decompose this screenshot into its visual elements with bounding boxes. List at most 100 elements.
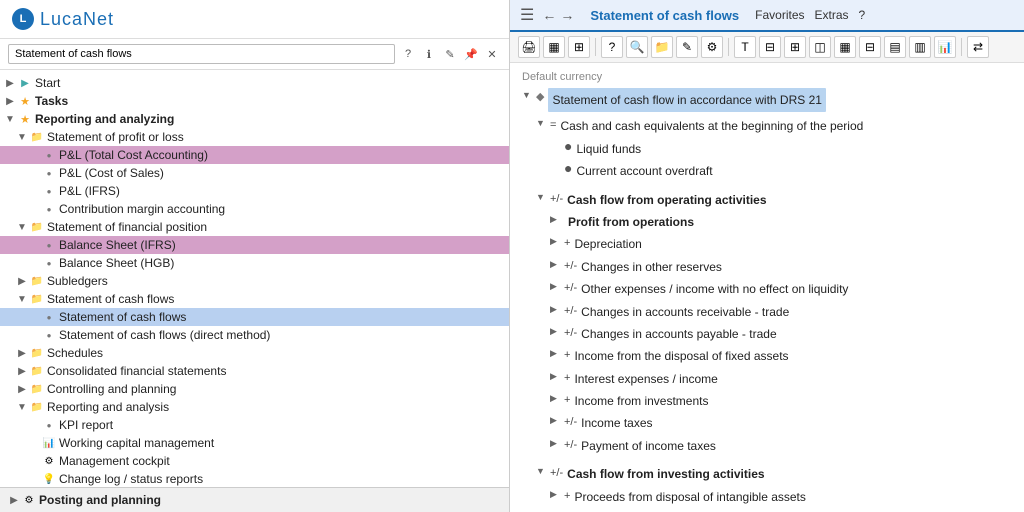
tb-t3[interactable]: ⊞ xyxy=(784,36,806,58)
controlling-item[interactable]: Controlling and planning xyxy=(0,380,509,398)
balance-hgb-item[interactable]: Balance Sheet (HGB) xyxy=(0,254,509,272)
folder-button[interactable]: 📁 xyxy=(651,36,673,58)
layout-button[interactable]: ▦ xyxy=(543,36,565,58)
cashflow-direct-item[interactable]: Statement of cash flows (direct method) xyxy=(0,326,509,344)
cashflow-selected-item[interactable]: Statement of cash flows xyxy=(0,308,509,326)
cf-oe-arrow: ▶ xyxy=(550,279,562,294)
kpi-icon xyxy=(42,418,56,432)
cf-proceeds-intangible[interactable]: ▶ + Proceeds from disposal of intangible… xyxy=(522,486,1012,508)
change-log-item[interactable]: Change log / status reports xyxy=(0,470,509,487)
info-icon[interactable]: ℹ xyxy=(420,45,438,63)
tb-t4[interactable]: ◫ xyxy=(809,36,831,58)
cashflow-folder[interactable]: Statement of cash flows xyxy=(0,290,509,308)
reporting-analysis-arrow xyxy=(16,402,28,413)
print-button[interactable]: 🖨 xyxy=(518,36,540,58)
tb-t8[interactable]: ▥ xyxy=(909,36,931,58)
reporting-analysis-folder[interactable]: Reporting and analysis xyxy=(0,398,509,416)
edit-button[interactable]: ✎ xyxy=(676,36,698,58)
cf-income-taxes[interactable]: ▶ +/- Income taxes xyxy=(522,412,1012,434)
tb-t5[interactable]: ▦ xyxy=(834,36,856,58)
cf-interest[interactable]: ▶ + Interest expenses / income xyxy=(522,368,1012,390)
cl-icon xyxy=(42,472,56,486)
cf-operating[interactable]: ▼ +/- Cash flow from operating activitie… xyxy=(522,189,1012,211)
contribution-icon xyxy=(42,202,56,216)
cf-root-arrow: ▼ xyxy=(522,88,534,103)
cf-accounts-payable[interactable]: ▶ +/- Changes in accounts payable - trad… xyxy=(522,323,1012,345)
cf-int-prefix: + xyxy=(564,369,570,388)
start-item[interactable]: Start xyxy=(0,74,509,92)
cf-overdraft[interactable]: ● Current account overdraft xyxy=(522,160,1012,182)
profit-loss-arrow xyxy=(16,132,28,143)
cf-liquid[interactable]: ● Liquid funds xyxy=(522,138,1012,160)
reporting-item[interactable]: Reporting and analyzing xyxy=(0,110,509,128)
kpi-item[interactable]: KPI report xyxy=(0,416,509,434)
help-button[interactable]: ? xyxy=(601,36,623,58)
search-input[interactable] xyxy=(8,44,395,64)
help-icon[interactable]: ? xyxy=(399,45,417,63)
tb-t7[interactable]: ▤ xyxy=(884,36,906,58)
search-button[interactable]: 🔍 xyxy=(626,36,648,58)
posting-item[interactable]: Posting and planning xyxy=(0,488,509,512)
balance-hgb-icon xyxy=(42,256,56,270)
fin-pos-arrow xyxy=(16,222,28,233)
schedules-item[interactable]: Schedules xyxy=(0,344,509,362)
back-button[interactable]: ← xyxy=(542,7,556,23)
tb-t1[interactable]: T xyxy=(734,36,756,58)
pl-cost-item[interactable]: P&L (Cost of Sales) xyxy=(0,164,509,182)
tree-area: Start Tasks Reporting and analyzing Stat… xyxy=(0,70,509,487)
subledgers-item[interactable]: Subledgers xyxy=(0,272,509,290)
cf-cash-equiv[interactable]: ▼ = Cash and cash equivalents at the beg… xyxy=(522,115,1012,137)
cf-investing[interactable]: ▼ +/- Cash flow from investing activitie… xyxy=(522,463,1012,485)
cf-cash-label: Cash and cash equivalents at the beginni… xyxy=(560,116,863,136)
tb-t6[interactable]: ⊟ xyxy=(859,36,881,58)
cf-profit-ops[interactable]: ▶ Profit from operations xyxy=(522,211,1012,233)
cf-income-investments[interactable]: ▶ + Income from investments xyxy=(522,390,1012,412)
contribution-label: Contribution margin accounting xyxy=(59,202,225,216)
subledgers-label: Subledgers xyxy=(47,274,108,288)
cf-payment-taxes[interactable]: ▶ +/- Payment of income taxes xyxy=(522,435,1012,457)
pl-cost-label: P&L (Cost of Sales) xyxy=(59,166,164,180)
start-label: Start xyxy=(35,76,60,90)
tb-share[interactable]: ⇄ xyxy=(967,36,989,58)
cf-income-disposal[interactable]: ▶ + Income from the disposal of fixed as… xyxy=(522,345,1012,367)
cf-ii-label: Income from investments xyxy=(574,391,708,411)
cf-accounts-receivable[interactable]: ▶ +/- Changes in accounts receivable - t… xyxy=(522,301,1012,323)
balance-ifrs-item[interactable]: Balance Sheet (IFRS) xyxy=(0,236,509,254)
extras-menu[interactable]: Extras xyxy=(815,8,849,22)
fin-pos-folder[interactable]: Statement of financial position xyxy=(0,218,509,236)
mgmt-cockpit-item[interactable]: Management cockpit xyxy=(0,452,509,470)
contribution-item[interactable]: Contribution margin accounting xyxy=(0,200,509,218)
working-capital-item[interactable]: Working capital management xyxy=(0,434,509,452)
cf-depreciation[interactable]: ▶ + Depreciation xyxy=(522,233,1012,255)
left-panel: L LucaNet ? ℹ ✎ 📌 ✕ Start Tasks xyxy=(0,0,510,512)
tasks-item[interactable]: Tasks xyxy=(0,92,509,110)
pl-total-item[interactable]: P&L (Total Cost Accounting) xyxy=(0,146,509,164)
settings-button[interactable]: ⚙ xyxy=(701,36,723,58)
top-nav: ← → xyxy=(542,7,574,23)
forward-button[interactable]: → xyxy=(560,7,574,23)
favorites-menu[interactable]: Favorites xyxy=(755,8,804,22)
cf-operating-prefix: +/- xyxy=(550,190,563,209)
cf-other-expenses[interactable]: ▶ +/- Other expenses / income with no ef… xyxy=(522,278,1012,300)
cf-root[interactable]: ▼ ◆ Statement of cash flow in accordance… xyxy=(522,87,1012,115)
reporting-arrow xyxy=(4,114,16,125)
consolidated-item[interactable]: Consolidated financial statements xyxy=(0,362,509,380)
cf-cash-arrow: ▼ xyxy=(536,116,548,131)
cf-dep-label: Depreciation xyxy=(574,234,641,254)
tb-t2[interactable]: ⊟ xyxy=(759,36,781,58)
profit-loss-folder[interactable]: Statement of profit or loss xyxy=(0,128,509,146)
pin-icon[interactable]: 📌 xyxy=(462,45,480,63)
cf-other-reserves[interactable]: ▶ +/- Changes in other reserves xyxy=(522,256,1012,278)
table-button[interactable]: ⊞ xyxy=(568,36,590,58)
pl-ifrs-item[interactable]: P&L (IFRS) xyxy=(0,182,509,200)
hamburger-icon[interactable]: ☰ xyxy=(520,5,534,25)
edit-icon[interactable]: ✎ xyxy=(441,45,459,63)
close-icon[interactable]: ✕ xyxy=(483,45,501,63)
tb-t9[interactable]: 📊 xyxy=(934,36,956,58)
cashflow-direct-label: Statement of cash flows (direct method) xyxy=(59,328,270,342)
consolidated-arrow xyxy=(16,366,28,377)
cf-id-arrow: ▶ xyxy=(550,346,562,361)
profit-loss-folder-icon xyxy=(30,130,44,144)
help-menu[interactable]: ? xyxy=(859,8,866,22)
cf-acquisitions-intangible[interactable]: ▶ − Acquisitions of intangible assets xyxy=(522,508,1012,512)
